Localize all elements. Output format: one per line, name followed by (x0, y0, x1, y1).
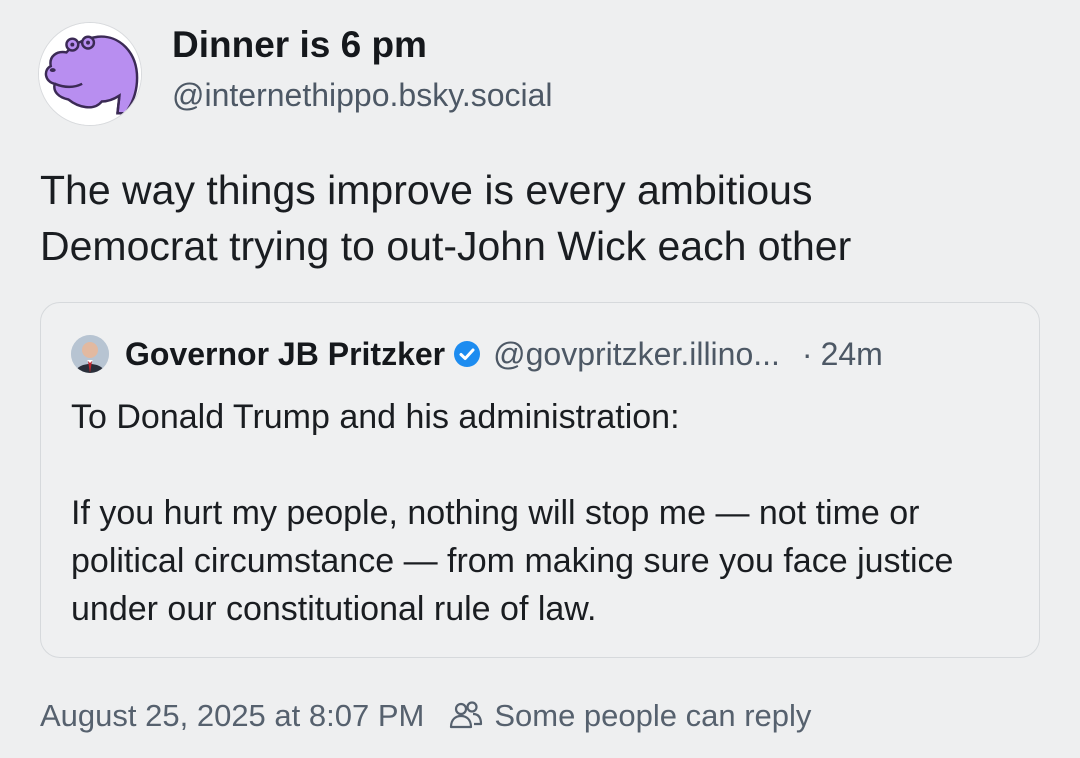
quoted-post-card[interactable]: Governor JB Pritzker @govpritzker.illino… (40, 302, 1040, 658)
post-author[interactable]: Dinner is 6 pm @internethippo.bsky.socia… (38, 22, 553, 126)
reply-setting[interactable]: Some people can reply (494, 698, 811, 734)
verified-check-icon (454, 341, 481, 367)
quoted-post-body: To Donald Trump and his administration: … (71, 393, 1021, 633)
purple-hippo-avatar (39, 23, 141, 125)
post-text-line: The way things improve is every ambitiou… (40, 167, 813, 213)
author-avatar[interactable] (38, 22, 142, 126)
quoted-author-handle[interactable]: @govpritzker.illino... (493, 336, 780, 373)
author-handle[interactable]: @internethippo.bsky.social (172, 73, 553, 117)
quoted-author-display-name[interactable]: Governor JB Pritzker (125, 336, 445, 373)
people-icon (450, 701, 483, 729)
post: Dinner is 6 pm @internethippo.bsky.socia… (0, 0, 1080, 758)
quoted-post-header: Governor JB Pritzker @govpritzker.illino… (71, 335, 883, 373)
post-meta: August 25, 2025 at 8:07 PM Some people c… (40, 698, 811, 734)
post-text: The way things improve is every ambitiou… (40, 162, 1040, 274)
quoted-author-avatar[interactable] (71, 335, 109, 373)
post-text-line: Democrat trying to out-John Wick each ot… (40, 223, 852, 269)
quoted-post-paragraph: If you hurt my people, nothing will stop… (71, 494, 954, 628)
portrait-avatar-icon (71, 335, 109, 373)
post-timestamp[interactable]: August 25, 2025 at 8:07 PM (40, 698, 424, 734)
quoted-post-time[interactable]: 24m (821, 336, 883, 373)
time-separator: · (801, 335, 813, 372)
author-display-name[interactable]: Dinner is 6 pm (172, 23, 553, 67)
quoted-post-paragraph: To Donald Trump and his administration: (71, 398, 680, 436)
author-text: Dinner is 6 pm @internethippo.bsky.socia… (172, 23, 553, 117)
